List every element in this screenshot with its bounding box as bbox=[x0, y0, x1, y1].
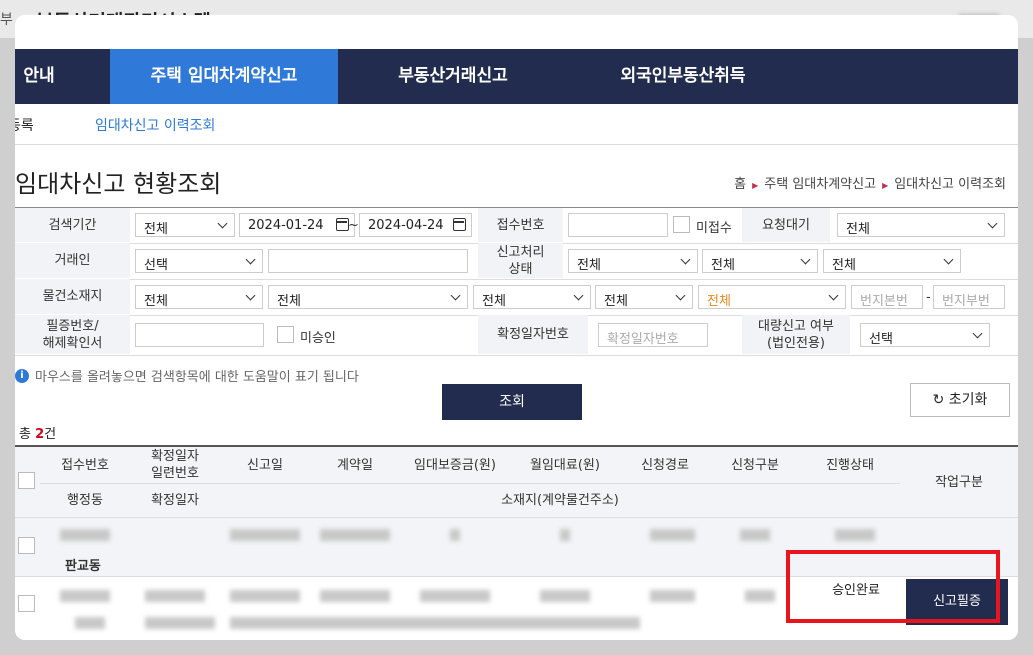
breadcrumb-arrow-icon: ▶ bbox=[752, 181, 759, 190]
location-select-3[interactable]: 전체 bbox=[473, 285, 591, 309]
request-label: 요청대기 bbox=[742, 208, 830, 242]
date-from-input[interactable]: 2024-01-24 bbox=[239, 213, 355, 237]
subnav-item-history[interactable]: 임대차신고 이력조회 bbox=[95, 115, 215, 135]
result-count-suffix: 건 bbox=[44, 427, 57, 442]
col-deposit: 임대보증금(원) bbox=[400, 447, 510, 483]
party-select[interactable]: 선택 bbox=[135, 249, 263, 273]
row-admin-dong: 판교동 bbox=[65, 559, 101, 574]
date-from-value: 2024-01-24 bbox=[248, 218, 324, 233]
cert-label: 필증번호/ 해제확인서 bbox=[15, 315, 130, 354]
breadcrumb-level2: 임대차신고 이력조회 bbox=[894, 177, 1006, 192]
location-select-2[interactable]: 전체 bbox=[268, 285, 468, 309]
select-all-checkbox[interactable] bbox=[18, 472, 35, 489]
cert-input[interactable] bbox=[135, 323, 264, 347]
unapproved-checkbox[interactable] bbox=[277, 326, 294, 343]
result-count-prefix: 총 bbox=[19, 427, 31, 442]
location-select-5[interactable]: 전체 bbox=[698, 285, 846, 309]
app-prefix: 부 bbox=[0, 12, 13, 28]
party-label: 거래인 bbox=[15, 243, 130, 278]
sub-nav: 등록 임대차신고 이력조회 bbox=[15, 104, 1018, 145]
location-label: 물건소재지 bbox=[15, 279, 130, 314]
breadcrumb-arrow-icon: ▶ bbox=[882, 181, 889, 190]
party-input[interactable] bbox=[268, 249, 468, 273]
form-row-2: 거래인 선택 신고처리 상태 전체 전체 전체 bbox=[15, 243, 1018, 280]
form-row-4: 필증번호/ 해제확인서 미승인 확정일자번호 확정일자번호 대량신고 여부 (법… bbox=[15, 315, 1018, 356]
date-separator: ~ bbox=[348, 218, 359, 233]
col-progress: 진행상태 bbox=[800, 447, 900, 483]
lot-sub-input[interactable]: 번지부번 bbox=[933, 285, 1005, 309]
breadcrumb-level1[interactable]: 주택 임대차계약신고 bbox=[764, 177, 876, 192]
bulk-label: 대량신고 여부 (법인전용) bbox=[742, 315, 850, 354]
col-monthly-rent: 월임대료(원) bbox=[510, 447, 620, 483]
nav-item-foreign-acquisition[interactable]: 외국인부동산취득 bbox=[568, 49, 798, 104]
not-received-checkbox[interactable] bbox=[673, 216, 690, 233]
col-receipt-no: 접수번호 bbox=[40, 447, 130, 483]
status-select-3[interactable]: 전체 bbox=[823, 249, 961, 273]
help-hint-text: 마우스를 올려놓으면 검색항목에 대한 도움말이 표기 됩니다 bbox=[35, 370, 359, 385]
confirm-input[interactable]: 확정일자번호 bbox=[598, 323, 708, 347]
reset-button[interactable]: ↻ 초기화 bbox=[910, 383, 1010, 417]
receipt-no-label: 접수번호 bbox=[478, 208, 563, 242]
col-admin-dong: 행정동 bbox=[40, 483, 130, 517]
col-address: 소재지(계약물건주소) bbox=[220, 483, 900, 517]
period-select[interactable]: 전체 bbox=[135, 213, 235, 237]
help-hint: i 마우스를 올려놓으면 검색항목에 대한 도움말이 표기 됩니다 bbox=[15, 366, 359, 385]
receipt-no-input[interactable] bbox=[568, 213, 668, 237]
status-select-2[interactable]: 전체 bbox=[702, 249, 818, 273]
confirm-label: 확정일자번호 bbox=[478, 315, 588, 354]
col-action: 작업구분 bbox=[900, 447, 1018, 517]
col-contract-date: 계약일 bbox=[310, 447, 400, 483]
search-form: 검색기간 전체 2024-01-24 ~ 2024-04-24 접수번호 미접수… bbox=[15, 207, 1018, 356]
nav-item-guide[interactable]: 안내 bbox=[15, 49, 94, 104]
not-received-label: 미접수 bbox=[696, 221, 732, 236]
location-select-4[interactable]: 전체 bbox=[595, 285, 693, 309]
row-checkbox[interactable] bbox=[18, 595, 35, 612]
breadcrumb-home[interactable]: 홈 bbox=[734, 177, 746, 192]
highlight-box bbox=[786, 550, 1000, 623]
status-label: 신고처리 상태 bbox=[478, 243, 563, 278]
date-to-input[interactable]: 2024-04-24 bbox=[359, 213, 472, 237]
col-confirm-serial: 확정일자 일련번호 bbox=[130, 447, 220, 483]
unapproved-label: 미승인 bbox=[300, 331, 336, 346]
form-row-3: 물건소재지 전체 전체 전체 전체 전체 번지본번 - 번지부번 bbox=[15, 279, 1018, 316]
request-select[interactable]: 전체 bbox=[837, 213, 1005, 237]
lot-main-input[interactable]: 번지본번 bbox=[851, 285, 923, 309]
bulk-select[interactable]: 선택 bbox=[860, 323, 990, 347]
reset-icon: ↻ bbox=[932, 392, 945, 408]
col-apply-route: 신청경로 bbox=[620, 447, 710, 483]
modal-window: 안내 주택 임대차계약신고 부동산거래신고 외국인부동산취득 등록 임대차신고 … bbox=[15, 15, 1018, 640]
date-to-value: 2024-04-24 bbox=[368, 218, 444, 233]
subnav-item-register[interactable]: 등록 bbox=[15, 115, 34, 135]
main-nav: 안내 주택 임대차계약신고 부동산거래신고 외국인부동산취득 bbox=[15, 49, 1018, 104]
reset-label: 초기화 bbox=[948, 392, 988, 408]
result-count: 총 2건 bbox=[19, 423, 56, 442]
result-count-value: 2 bbox=[35, 427, 45, 442]
lot-dash: - bbox=[926, 290, 931, 305]
col-apply-type: 신청구분 bbox=[710, 447, 800, 483]
breadcrumb: 홈 ▶ 주택 임대차계약신고 ▶ 임대차신고 이력조회 bbox=[734, 173, 1006, 192]
nav-item-real-estate-report[interactable]: 부동산거래신고 bbox=[338, 49, 568, 104]
calendar-icon[interactable] bbox=[453, 218, 466, 231]
row-checkbox[interactable] bbox=[18, 537, 35, 554]
location-select-1[interactable]: 전체 bbox=[135, 285, 263, 309]
form-row-1: 검색기간 전체 2024-01-24 ~ 2024-04-24 접수번호 미접수… bbox=[15, 208, 1018, 244]
period-label: 검색기간 bbox=[15, 208, 130, 242]
search-button[interactable]: 조회 bbox=[442, 384, 582, 420]
info-icon: i bbox=[15, 368, 29, 383]
nav-item-lease-report[interactable]: 주택 임대차계약신고 bbox=[110, 49, 338, 104]
col-confirm-date: 확정일자 bbox=[130, 483, 220, 517]
col-report-date: 신고일 bbox=[220, 447, 310, 483]
page-title: 임대차신고 현황조회 bbox=[15, 170, 222, 198]
status-select-1[interactable]: 전체 bbox=[568, 249, 698, 273]
